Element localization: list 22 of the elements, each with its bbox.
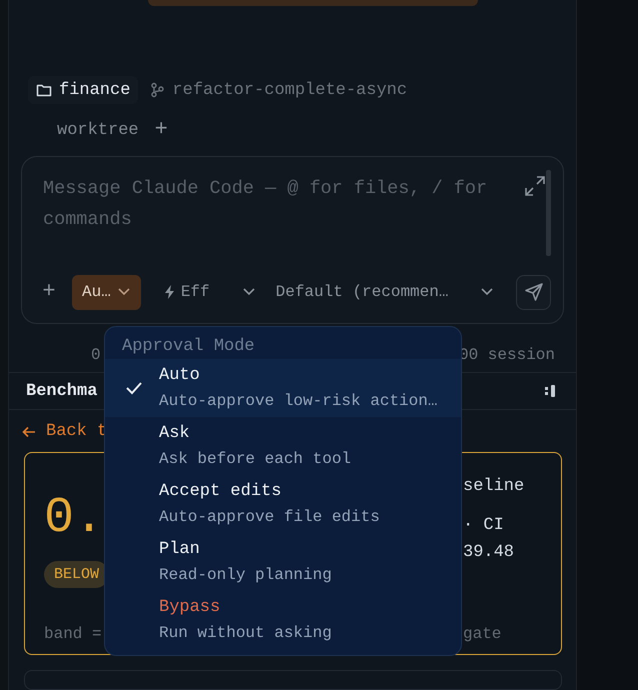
item-description: Auto-approve file edits [159,507,380,528]
folder-name: finance [59,80,130,100]
score-value: 0. [44,489,104,549]
branch-name: refactor-complete-async [172,80,408,100]
item-label: Auto [159,365,201,387]
worktree-label: worktree [57,120,139,140]
item-label: Bypass [159,597,222,619]
status-text: 0 [91,346,101,364]
item-description: Read-only planning [159,565,332,586]
menu-heading: Approval Mode [121,336,256,358]
item-description: Ask before each tool [159,449,352,470]
card-text: · CI [463,516,505,536]
item-label: Ask [159,423,191,445]
card-text: seline [463,477,526,497]
card-text: 39.48 [463,543,516,563]
section-title: Benchma [26,382,98,400]
card-footnote: gate [463,624,502,644]
item-label: Plan [159,539,201,561]
item-description: Auto-approve low-risk action… [159,391,438,412]
card-footnote: band = [44,624,102,644]
item-description: Run without asking [159,623,332,644]
item-label: Accept edits [159,481,282,503]
